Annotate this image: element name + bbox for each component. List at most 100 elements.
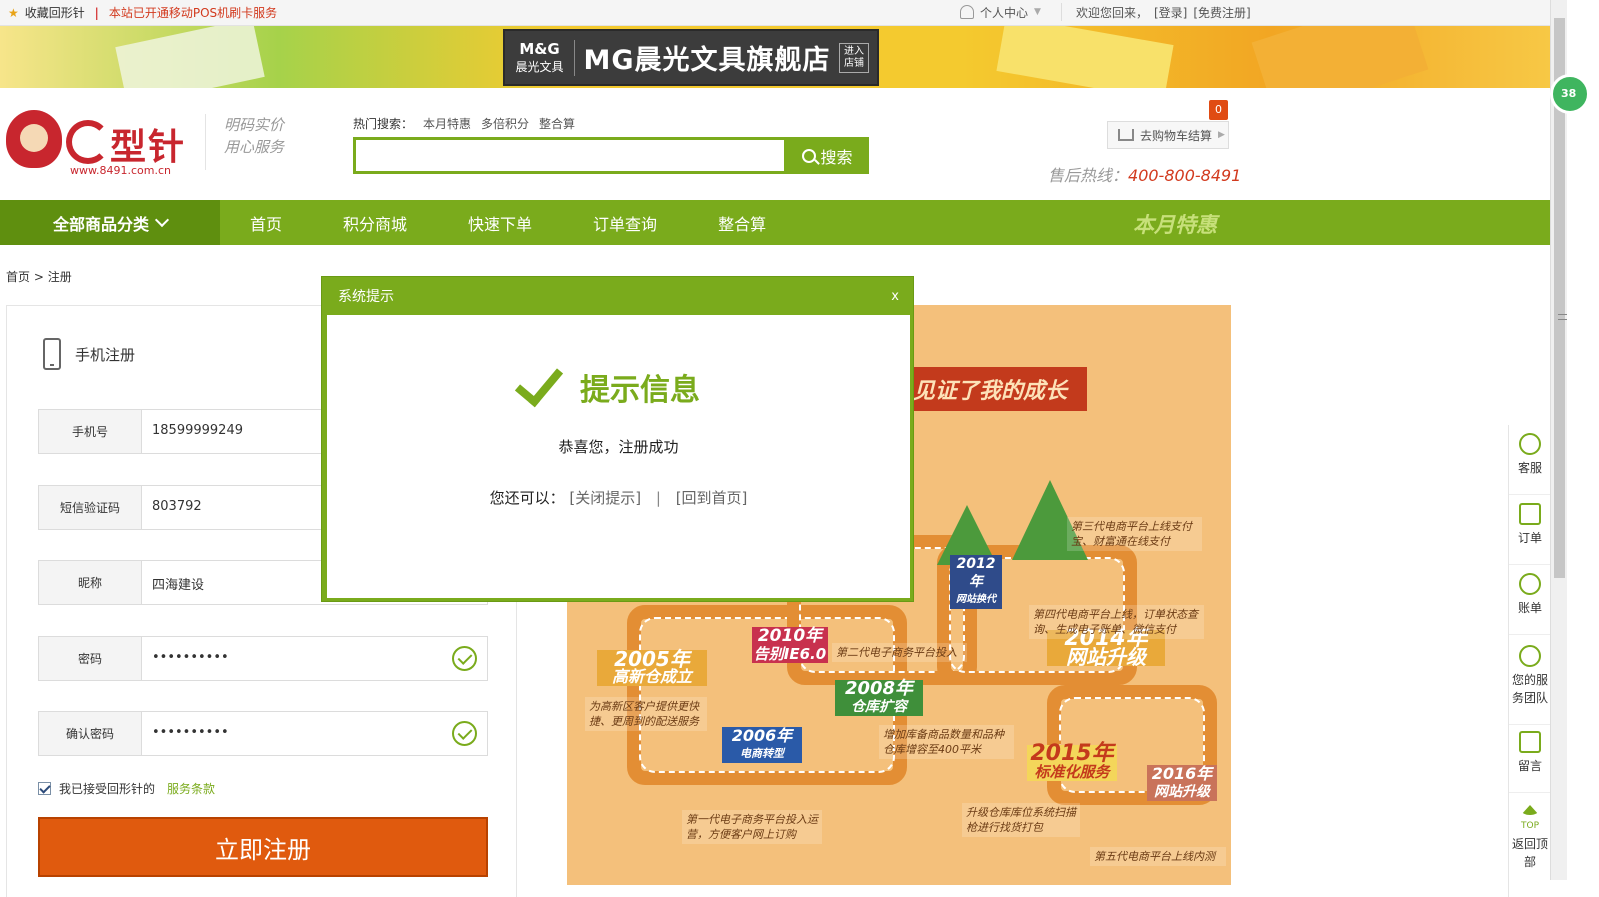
milestone-2010: 2010年 告别IE6.0 bbox=[752, 626, 828, 663]
search-input[interactable] bbox=[353, 137, 787, 174]
page: ★ 收藏回形针 | 本站已开通移动POS机刷卡服务 个人中心 ▼ 欢迎您回来， … bbox=[0, 0, 1599, 897]
logo-name: 型针 bbox=[110, 127, 187, 168]
breadcrumb-current: 注册 bbox=[47, 270, 72, 284]
field-label: 昵称 bbox=[39, 561, 142, 604]
nav-item-home[interactable]: 首页 bbox=[250, 211, 282, 235]
register-link[interactable]: [免费注册] bbox=[1193, 4, 1250, 21]
page-scrollbar[interactable] bbox=[1550, 0, 1567, 880]
divider bbox=[1060, 3, 1062, 21]
login-link[interactable]: [登录] bbox=[1154, 4, 1187, 21]
password-input[interactable]: •••••••••• bbox=[152, 650, 229, 665]
terms-agreement: 我已接受回形针的 服务条款 bbox=[38, 780, 215, 797]
breadcrumb: 首页 > 注册 bbox=[6, 268, 72, 285]
cart-button[interactable]: 去购物车结算 ▶ 0 bbox=[1107, 100, 1229, 149]
register-submit-button[interactable]: 立即注册 bbox=[38, 817, 488, 877]
search-button[interactable]: 搜索 bbox=[786, 137, 869, 174]
milestone-note: 第三代电商平台上线支付宝、财富通在线支付 bbox=[1067, 517, 1202, 551]
hot-search-term[interactable]: 本月特惠 bbox=[423, 115, 471, 132]
floating-badge[interactable]: 38 bbox=[1550, 74, 1590, 114]
banner-decoration bbox=[1251, 26, 1429, 88]
hot-search-term[interactable]: 多倍积分 bbox=[481, 115, 529, 132]
milestone-2016: 2016年 网站升级 bbox=[1147, 765, 1217, 801]
mobile-phone-icon bbox=[43, 338, 61, 370]
sidebar-item-service-team[interactable]: 您的服务团队 bbox=[1509, 645, 1551, 725]
dialog-message: 恭喜您，注册成功 bbox=[558, 438, 679, 456]
milestone-2008: 2008年 仓库扩容 bbox=[835, 680, 923, 716]
confirm-password-field[interactable]: 确认密码 •••••••••• bbox=[38, 711, 488, 756]
back-home-link[interactable]: [回到首页] bbox=[676, 489, 748, 507]
terms-link[interactable]: 服务条款 bbox=[167, 780, 215, 797]
divider: | bbox=[94, 5, 99, 20]
chevron-right-icon: ▶ bbox=[1218, 130, 1225, 140]
field-label: 确认密码 bbox=[39, 712, 142, 755]
personal-center-link[interactable]: 个人中心 bbox=[980, 4, 1028, 21]
valid-check-icon bbox=[452, 721, 477, 746]
valid-check-icon bbox=[452, 646, 477, 671]
message-icon bbox=[1519, 731, 1541, 753]
sidebar-item-customer-service[interactable]: 客服 bbox=[1509, 433, 1551, 495]
promo-banner[interactable]: M&G 晨光文具 MG晨光文具旗舰店 进入店铺 bbox=[0, 26, 1550, 88]
favorite-link[interactable]: 收藏回形针 bbox=[25, 4, 85, 21]
system-prompt-dialog: 系统提示 x 提示信息 恭喜您，注册成功 您还可以： [关闭提示] | [回到首… bbox=[321, 276, 914, 602]
chevron-down-icon bbox=[154, 212, 170, 227]
hot-search-term[interactable]: 整合算 bbox=[539, 115, 575, 132]
nav-item-points-mall[interactable]: 积分商城 bbox=[343, 211, 407, 235]
clipboard-icon bbox=[1519, 503, 1541, 525]
brand-logo: M&G 晨光文具 bbox=[505, 39, 575, 76]
close-prompt-link[interactable]: [关闭提示] bbox=[569, 489, 641, 507]
nav-item-quick-order[interactable]: 快速下单 bbox=[468, 211, 532, 235]
field-label: 手机号 bbox=[39, 410, 142, 453]
scrollbar-grip bbox=[1558, 314, 1567, 320]
milestone-note: 第一代电子商务平台投入运营，方便客户网上订购 bbox=[682, 810, 822, 844]
banner-decoration bbox=[115, 26, 265, 88]
monkey-logo-icon bbox=[6, 110, 62, 168]
milestone-2015: 2015年 标准化服务 bbox=[1027, 743, 1117, 781]
sidebar-item-orders[interactable]: 订单 bbox=[1509, 503, 1551, 565]
window-edge bbox=[1567, 0, 1599, 897]
brand-store-title: MG晨光文具旗舰店 bbox=[583, 45, 831, 76]
nickname-input[interactable]: 四海建设 bbox=[152, 574, 204, 593]
milestone-note: 第二代电子商务平台投入 bbox=[832, 643, 967, 662]
top-bar-left: ★ 收藏回形针 | 本站已开通移动POS机刷卡服务 bbox=[8, 4, 277, 21]
breadcrumb-separator: > bbox=[33, 270, 44, 284]
top-bar-right: 个人中心 ▼ 欢迎您回来， [登录] [免费注册] bbox=[960, 3, 1251, 21]
dialog-title: 系统提示 bbox=[338, 289, 394, 305]
search-icon bbox=[802, 148, 817, 163]
cart-icon bbox=[1118, 129, 1134, 141]
banner-decoration bbox=[996, 26, 1174, 88]
user-icon bbox=[960, 5, 974, 19]
phone-input[interactable]: 18599999249 bbox=[152, 423, 243, 438]
team-icon bbox=[1519, 645, 1541, 667]
nav-item-bundle[interactable]: 整合算 bbox=[718, 211, 766, 235]
site-logo[interactable]: 型针 www.8491.com.cn bbox=[6, 108, 196, 178]
monthly-deal-link[interactable]: 本月特惠 bbox=[1133, 209, 1217, 239]
sms-code-input[interactable]: 803792 bbox=[152, 499, 202, 514]
logo-url: www.8491.com.cn bbox=[70, 164, 171, 177]
sidebar-item-bills[interactable]: 账单 bbox=[1509, 573, 1551, 635]
enter-store-button[interactable]: 进入店铺 bbox=[839, 42, 869, 73]
all-categories-menu[interactable]: 全部商品分类 bbox=[0, 200, 220, 245]
milestone-note: 第五代电商平台上线内测 bbox=[1090, 847, 1226, 866]
confirm-password-input[interactable]: •••••••••• bbox=[152, 725, 229, 740]
pos-notice-link[interactable]: 本站已开通移动POS机刷卡服务 bbox=[109, 4, 277, 21]
dialog-heading: 提示信息 bbox=[514, 356, 700, 409]
close-icon[interactable]: x bbox=[891, 289, 899, 304]
back-to-top-button[interactable]: TOP 返回顶部 bbox=[1509, 801, 1551, 873]
milestone-2005: 2005年 高新仓成立 bbox=[597, 649, 707, 686]
sidebar-item-message[interactable]: 留言 bbox=[1509, 731, 1551, 793]
welcome-text: 欢迎您回来， bbox=[1075, 5, 1148, 20]
star-icon: ★ bbox=[8, 5, 19, 20]
agree-checkbox[interactable] bbox=[38, 782, 51, 795]
cart-count-badge: 0 bbox=[1209, 100, 1228, 120]
hotline: 售后热线：400-800-8491 bbox=[1048, 166, 1242, 185]
milestone-2012: 2012年 网站换代 bbox=[950, 555, 1002, 609]
nav-item-order-query[interactable]: 订单查询 bbox=[593, 211, 657, 235]
swirl-logo-icon bbox=[66, 120, 110, 164]
breadcrumb-home[interactable]: 首页 bbox=[6, 270, 30, 284]
register-title: 手机注册 bbox=[43, 338, 135, 370]
infographic-banner: 见证了我的成长 bbox=[907, 367, 1087, 411]
milestone-2006: 2006年 电商转型 bbox=[722, 727, 802, 763]
brand-store-ad[interactable]: M&G 晨光文具 MG晨光文具旗舰店 进入店铺 bbox=[503, 29, 879, 86]
password-field[interactable]: 密码 •••••••••• bbox=[38, 636, 488, 681]
hot-search-label: 热门搜索： bbox=[353, 117, 414, 131]
